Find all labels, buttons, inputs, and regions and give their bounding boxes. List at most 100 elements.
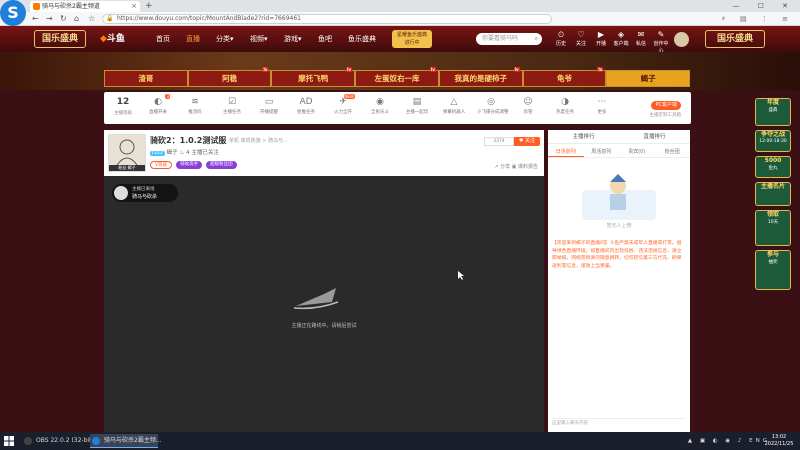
tab-fans[interactable]: 粉丝团: [655, 146, 691, 157]
room-tag[interactable]: 超级粉丝团: [206, 161, 237, 169]
new-tab-icon[interactable]: +: [145, 0, 153, 12]
tool-more[interactable]: ⋯ 更多: [588, 96, 616, 115]
rail-card-battle[interactable]: 争夺之战 12:00-18:30: [755, 130, 791, 152]
nav-video[interactable]: 视频▾: [250, 31, 268, 47]
taskbar-obs-label: OBS 22.0.2 (32-bit...: [36, 437, 98, 444]
tool-anchor-task[interactable]: ☑ 主播任务: [218, 96, 246, 115]
ad-icon: AD: [299, 97, 313, 107]
clock-date: 2022/11/25: [764, 441, 794, 447]
tool-heat-task[interactable]: ◑ 热度任务: [551, 96, 579, 115]
browser-tab[interactable]: 骑马与砍杀2霸主频道 ×: [30, 1, 140, 12]
tool-ufo-share[interactable]: ◎ 小飞碟分成调整: [477, 96, 509, 115]
home-icon[interactable]: ⌂: [74, 12, 79, 26]
header-follow[interactable]: ♡ 关注: [572, 30, 590, 47]
tool-play-together[interactable]: ▤ 主播一起玩: [403, 96, 431, 115]
search-input[interactable]: 你要看骑马吗 ⌕: [476, 33, 542, 45]
rail-card-title: 参与: [766, 251, 779, 258]
browser-menu-icons[interactable]: ⚡ ▤ ⋮ ≡: [721, 12, 794, 26]
rail-card-namecard[interactable]: 主播名片: [755, 182, 791, 206]
streamer-tab[interactable]: 我真的是硬柿子 lv: [438, 67, 523, 87]
taskbar-obs[interactable]: OBS 22.0.2 (32-bit...: [22, 434, 97, 448]
taskbar-browser-label: 骑马与砍杀2霸主频...: [104, 437, 162, 444]
header-message-label: 私信: [635, 41, 646, 47]
nav-festival[interactable]: 鱼乐盛典: [348, 31, 376, 47]
share-report-links[interactable]: ↗ 分享 ▣ 爆料报告: [494, 163, 538, 170]
nav-category[interactable]: 分类▾: [216, 31, 234, 47]
taskbar-browser[interactable]: 骑马与砍杀2霸主频...: [90, 434, 162, 448]
anchor-name[interactable]: 蝎子: [167, 150, 178, 156]
video-anchor-chip[interactable]: 主播已离线 骑马与砍杀: [112, 184, 178, 202]
follow-button[interactable]: ♥ 关注: [514, 137, 540, 146]
tab-weekly[interactable]: 周活前列: [584, 146, 620, 157]
header-broadcast[interactable]: ▶ 开播: [592, 30, 610, 47]
tab-daily[interactable]: 日活前列: [548, 146, 584, 157]
chat-input[interactable]: 这里输入聊天内容: [552, 418, 686, 428]
room-tag[interactable]: 骑砍高手: [176, 161, 203, 169]
taskbar-clock[interactable]: 13:02 2022/11/25: [764, 434, 794, 448]
festival-promo-banner[interactable]: 星耀鱼乐盛典 进行中: [392, 30, 432, 48]
rail-card-lottery[interactable]: 参与 抽奖: [755, 250, 791, 290]
system-tray[interactable]: ▲ ▣ ◐ ◉ ♪ ENG: [688, 432, 770, 450]
back-icon[interactable]: ←: [32, 12, 39, 26]
video-player[interactable]: 主播已离线 骑马与砍杀 主播正在路线中，请稍后尝试: [104, 176, 544, 432]
browser-icon: [92, 437, 100, 445]
forward-icon[interactable]: →: [46, 12, 53, 26]
tool-stream-key[interactable]: ≋ 推流码: [181, 96, 209, 115]
level-badge: lv: [262, 67, 269, 72]
browser-logo-icon[interactable]: S: [0, 0, 26, 26]
nav-live[interactable]: 直播: [186, 31, 200, 47]
site-header: 国乐盛典 ◆斗鱼 首页 直播 分类▾ 视频▾ 游戏▾ 鱼吧 鱼乐盛典 星耀鱼乐盛…: [0, 26, 800, 54]
tool-live-remind[interactable]: ▭ 开播提醒: [255, 96, 283, 115]
douyu-logo[interactable]: ◆斗鱼: [100, 31, 125, 47]
tool-label: 全民乐斗: [371, 110, 389, 115]
tab-vip[interactable]: 贵宾(0): [619, 146, 655, 157]
festival-logo-right[interactable]: 国乐盛典: [705, 30, 765, 48]
promo-rail: 年度 盛典 争夺之战 12:00-18:30 5000 鱼丸 主播名片 领取 10天 参…: [755, 98, 791, 298]
header-creator[interactable]: ✎ 创作中心: [652, 30, 670, 54]
header-message[interactable]: ✉ 私信: [632, 30, 650, 47]
close-tab-icon[interactable]: ×: [131, 1, 137, 12]
room-category[interactable]: 单机 单机热游 > 骑马与...: [229, 137, 288, 144]
tool-ad-task[interactable]: AD 星推任务: [292, 96, 320, 115]
room-tag[interactable]: V等级: [150, 161, 173, 169]
anchor-level[interactable]: 12 主播等级: [110, 96, 136, 116]
streamer-tab[interactable]: 左蛋奴右一库 lv: [355, 67, 439, 87]
reload-icon[interactable]: ↻: [60, 12, 67, 26]
tool-party-fight[interactable]: ◉ 全民乐斗: [366, 96, 394, 115]
rank-tab-live[interactable]: 直播排行: [619, 130, 690, 143]
rail-card-festival[interactable]: 年度 盛典: [755, 98, 791, 126]
header-client[interactable]: ◈ 客户端: [612, 30, 630, 47]
rail-card-claim[interactable]: 领取 10天: [755, 210, 791, 246]
tool-danmu-robot[interactable]: △ 弹幕机器人: [440, 96, 468, 115]
anchor-avatar[interactable]: 粉丝 蝎子: [108, 134, 146, 172]
tool-fire-power[interactable]: ✈ 火力全开 NEW: [329, 94, 357, 115]
streamer-tab-active[interactable]: 蝎子: [606, 70, 691, 87]
window-controls[interactable]: — ☐ ✕: [732, 0, 796, 12]
tool-room-admin[interactable]: ☺ 房管: [514, 96, 542, 115]
url-input[interactable]: 🔒 https://www.douyu.com/topic/MountAndBl…: [102, 14, 552, 24]
room-tags: V等级 骑砍高手 超级粉丝团: [150, 161, 237, 169]
streamer-tab[interactable]: 摩托飞鸭 lv: [271, 67, 356, 87]
windows-start-icon[interactable]: [4, 436, 14, 446]
nav-game[interactable]: 游戏▾: [284, 31, 302, 47]
nav-home[interactable]: 首页: [156, 31, 170, 47]
streamer-name-strip: 渣哥 阿稳 lv 摩托飞鸭 lv 左蛋奴右一库 lv 我真的是硬柿子 lv 龟爷 lv 蝎…: [104, 67, 691, 87]
star-icon[interactable]: ☆: [88, 12, 95, 26]
streamer-tab-label: 渣哥: [138, 74, 154, 83]
nav-yuba[interactable]: 鱼吧: [318, 31, 332, 47]
rail-card-reward[interactable]: 5000 鱼丸: [755, 156, 791, 178]
rail-card-sub: 抽奖: [768, 260, 778, 265]
streamer-tab[interactable]: 阿稳 lv: [187, 67, 272, 87]
rank-tab-anchor[interactable]: 主播排行: [548, 130, 619, 143]
tool-live-switch[interactable]: ◐ 直播开关 3: [144, 94, 172, 115]
streamer-tab[interactable]: 龟爷 lv: [522, 67, 607, 87]
room-report[interactable]: 主播已关注: [191, 150, 219, 156]
waveform-icon: ≋: [191, 97, 199, 107]
streamer-tab[interactable]: 渣哥: [104, 70, 188, 87]
user-avatar[interactable]: [674, 32, 689, 47]
header-history[interactable]: ⏲ 历史: [552, 30, 570, 47]
festival-logo-left[interactable]: 国乐盛典: [34, 30, 86, 48]
pc-client-button[interactable]: PC客户端: [651, 101, 681, 110]
gauge-icon: ◑: [561, 97, 569, 107]
search-icon[interactable]: ⌕: [535, 33, 538, 45]
